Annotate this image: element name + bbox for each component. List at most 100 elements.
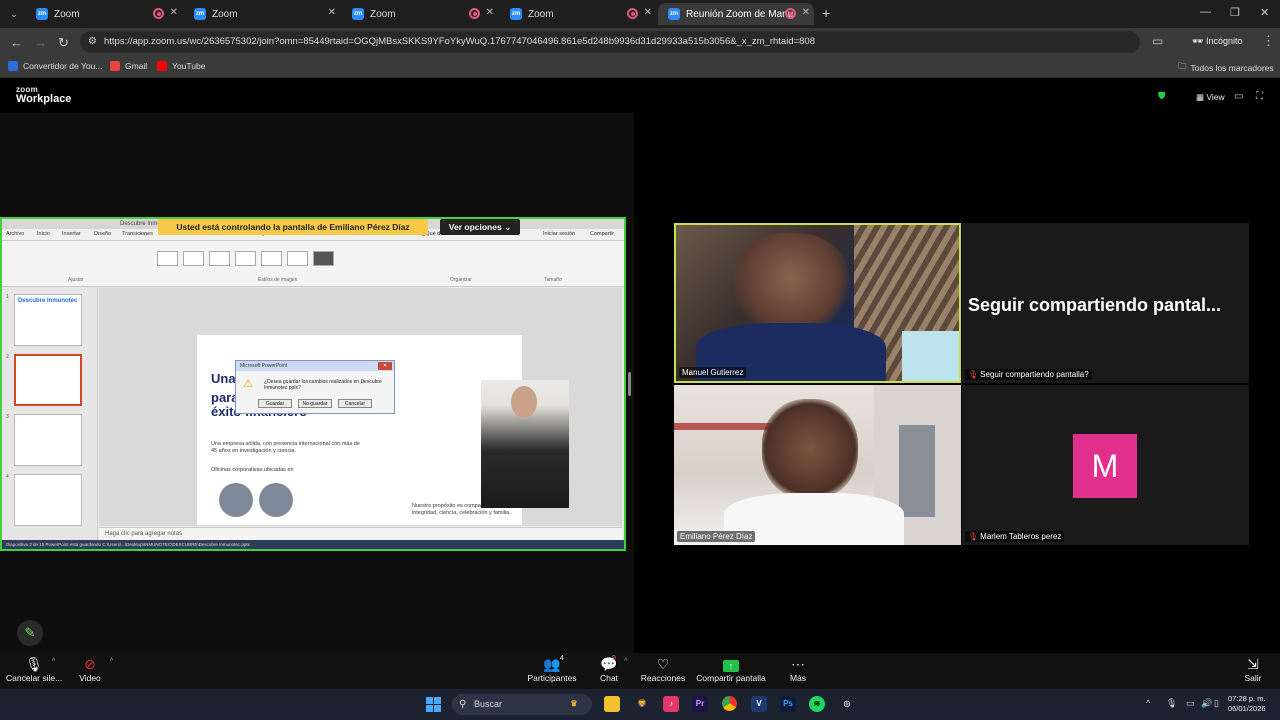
bookmark-item[interactable]: Convertidor de You... <box>8 61 102 71</box>
taskbar-clock[interactable]: 07:28 p. m. 06/01/2026 <box>1228 694 1266 714</box>
ppt-menu-item[interactable]: Diseño <box>94 231 111 237</box>
show-hidden-icons[interactable]: ^ <box>1146 698 1150 708</box>
participant-video-tile[interactable]: Manuel Gutierrez <box>674 223 961 383</box>
back-icon[interactable]: ← <box>10 35 23 50</box>
browser-tab[interactable]: zm Zoom ✕ <box>500 3 656 25</box>
all-bookmarks[interactable]: 🗀 Todos los marcadores <box>1178 61 1274 75</box>
participants-count: 4 <box>560 655 564 662</box>
ribbon-group-label: Tamaño <box>544 277 562 283</box>
volume-icon[interactable]: 🔊 <box>1201 698 1212 709</box>
thumb-label: Descubre Inmunotec <box>18 298 78 304</box>
reload-icon[interactable]: ↻ <box>58 35 69 51</box>
picture-style-option[interactable] <box>287 251 308 266</box>
picture-style-option[interactable] <box>209 251 230 266</box>
site-info-icon[interactable]: ⚙ <box>88 36 97 47</box>
annotate-pencil-icon[interactable]: ✎ <box>17 620 43 646</box>
spotify-icon[interactable]: ≋ <box>809 696 825 712</box>
tiktok-icon[interactable]: ♪ <box>663 696 679 712</box>
incognito-badge[interactable]: 🕶 Incógnito <box>1192 36 1242 47</box>
ppt-menu-item[interactable]: Transiciones <box>122 231 153 237</box>
bookmark-item[interactable]: Gmail <box>110 61 147 71</box>
chat-button[interactable]: 💬 9 Chat ^ <box>596 655 627 683</box>
presenter-photo[interactable] <box>481 380 569 508</box>
file-explorer-icon[interactable] <box>604 696 620 712</box>
crown-widget-icon[interactable]: ♛ <box>566 696 582 712</box>
more-icon: ⋯ <box>791 656 805 672</box>
slide-thumbnail[interactable]: Descubre Inmunotec <box>14 294 82 346</box>
video-options-icon[interactable]: ^ <box>110 658 113 665</box>
slide-heading-partial: Una <box>211 371 236 386</box>
address-bar-row: ← → ↻ ⚙ https://app.zoom.us/wc/263657530… <box>0 28 1280 56</box>
premiere-icon[interactable]: Pr <box>692 696 708 712</box>
ppt-menu-item[interactable]: Inicio <box>37 231 50 237</box>
more-button[interactable]: ⋯ Más <box>784 656 812 683</box>
shared-screen-frame[interactable]: Descubre Inmuno... Archivo Inicio Insert… <box>0 217 626 551</box>
notes-pane[interactable]: Haga clic para agregar notas <box>99 527 622 540</box>
encryption-shield-icon[interactable]: ⛊ <box>1158 91 1166 102</box>
ppt-menu-item[interactable]: Iniciar sesión <box>543 231 575 237</box>
picture-style-option[interactable] <box>183 251 204 266</box>
chrome-icon[interactable] <box>721 696 737 712</box>
new-tab-button[interactable]: + <box>822 5 830 21</box>
close-tab-icon[interactable]: ✕ <box>644 7 652 18</box>
close-window-icon[interactable]: ✕ <box>1260 6 1269 19</box>
close-tab-icon[interactable]: ✕ <box>170 7 178 18</box>
close-tab-icon[interactable]: ✕ <box>802 7 810 18</box>
url-field[interactable]: ⚙ https://app.zoom.us/wc/2636575302/join… <box>80 31 1140 53</box>
video-button[interactable]: ⊘ Video ^ <box>72 656 113 683</box>
audio-button[interactable]: 🎙 Cancelar sile... ^ <box>6 656 62 683</box>
battery-icon[interactable]: ▯ <box>1214 698 1219 709</box>
reading-mode-icon[interactable]: ▭ <box>1152 34 1163 48</box>
picture-style-option[interactable] <box>235 251 256 266</box>
resize-splitter[interactable] <box>628 372 631 396</box>
chat-options-icon[interactable]: ^ <box>624 658 627 665</box>
close-tab-icon[interactable]: ✕ <box>328 7 336 18</box>
leave-button[interactable]: ⇲ Salir <box>1240 656 1266 683</box>
tab-title: Zoom <box>528 8 554 20</box>
minimize-icon[interactable]: — <box>1200 6 1211 18</box>
share-screen-button[interactable]: ↑ Compartir pantalla <box>696 656 766 683</box>
view-options-button[interactable]: Ver opciones ⌄ <box>440 219 520 235</box>
ppt-menu-item[interactable]: Archivo <box>6 231 24 237</box>
recording-icon <box>469 8 480 19</box>
reactions-button[interactable]: ♡ Reacciones <box>640 656 686 683</box>
vegas-icon[interactable]: V <box>751 696 767 712</box>
forward-icon[interactable]: → <box>34 35 47 50</box>
dialog-title: Microsoft PowerPoint <box>236 361 394 371</box>
participant-tile[interactable]: Seguir compartiendo pantal... 🎙 Seguir co… <box>962 223 1249 383</box>
bookmark-item[interactable]: YouTube <box>157 61 205 71</box>
audio-options-icon[interactable]: ^ <box>52 658 55 665</box>
browser-tab-active[interactable]: zm Reunión Zoom de Manuel G ✕ <box>658 3 814 25</box>
tab-search-icon[interactable]: ⌄ <box>6 6 22 22</box>
dialog-dont-save-button[interactable]: No guardar <box>298 399 332 408</box>
picture-style-option[interactable] <box>261 251 282 266</box>
slide-thumbnail-selected[interactable] <box>14 354 82 406</box>
maximize-icon[interactable]: ❐ <box>1230 6 1240 19</box>
ppt-menu-item[interactable]: Insertar <box>62 231 81 237</box>
dialog-cancel-button[interactable]: Cancelar <box>338 399 372 408</box>
brave-icon[interactable]: 🦁 <box>634 696 650 712</box>
browser-menu-icon[interactable]: ⋮ <box>1262 33 1275 49</box>
slide-thumbnail[interactable] <box>14 474 82 526</box>
view-button[interactable]: ▦ View <box>1196 92 1225 103</box>
browser-tab[interactable]: zm Zoom ✕ <box>26 3 182 25</box>
dialog-close-icon[interactable]: ✕ <box>378 362 392 370</box>
slide-thumbnail[interactable] <box>14 414 82 466</box>
browser-tab[interactable]: zm Zoom ✕ <box>184 3 340 25</box>
photoshop-icon[interactable]: Ps <box>780 696 796 712</box>
browser-tab[interactable]: zm Zoom ✕ <box>342 3 498 25</box>
ppt-menu-item[interactable]: Compartir <box>590 231 614 237</box>
picture-style-option[interactable] <box>157 251 178 266</box>
dialog-save-button[interactable]: Guardar <box>258 399 292 408</box>
participant-video-tile[interactable]: Emiliano Pérez Díaz <box>674 385 961 545</box>
participants-button[interactable]: 👥 4 Participantes <box>526 655 578 683</box>
fullscreen-icon[interactable]: ⛶ <box>1256 91 1263 102</box>
microphone-tray-icon[interactable]: 🎙 <box>1166 698 1177 709</box>
minimize-view-icon[interactable]: ▭ <box>1234 91 1243 102</box>
windows-start-icon[interactable] <box>426 697 441 712</box>
app-icon[interactable]: ◎ <box>839 696 855 712</box>
close-tab-icon[interactable]: ✕ <box>486 7 494 18</box>
picture-style-option[interactable] <box>313 251 334 266</box>
network-icon[interactable]: ▭ <box>1186 698 1195 709</box>
participant-tile[interactable]: M 🎙 Marlem Tableros perez <box>962 385 1249 545</box>
